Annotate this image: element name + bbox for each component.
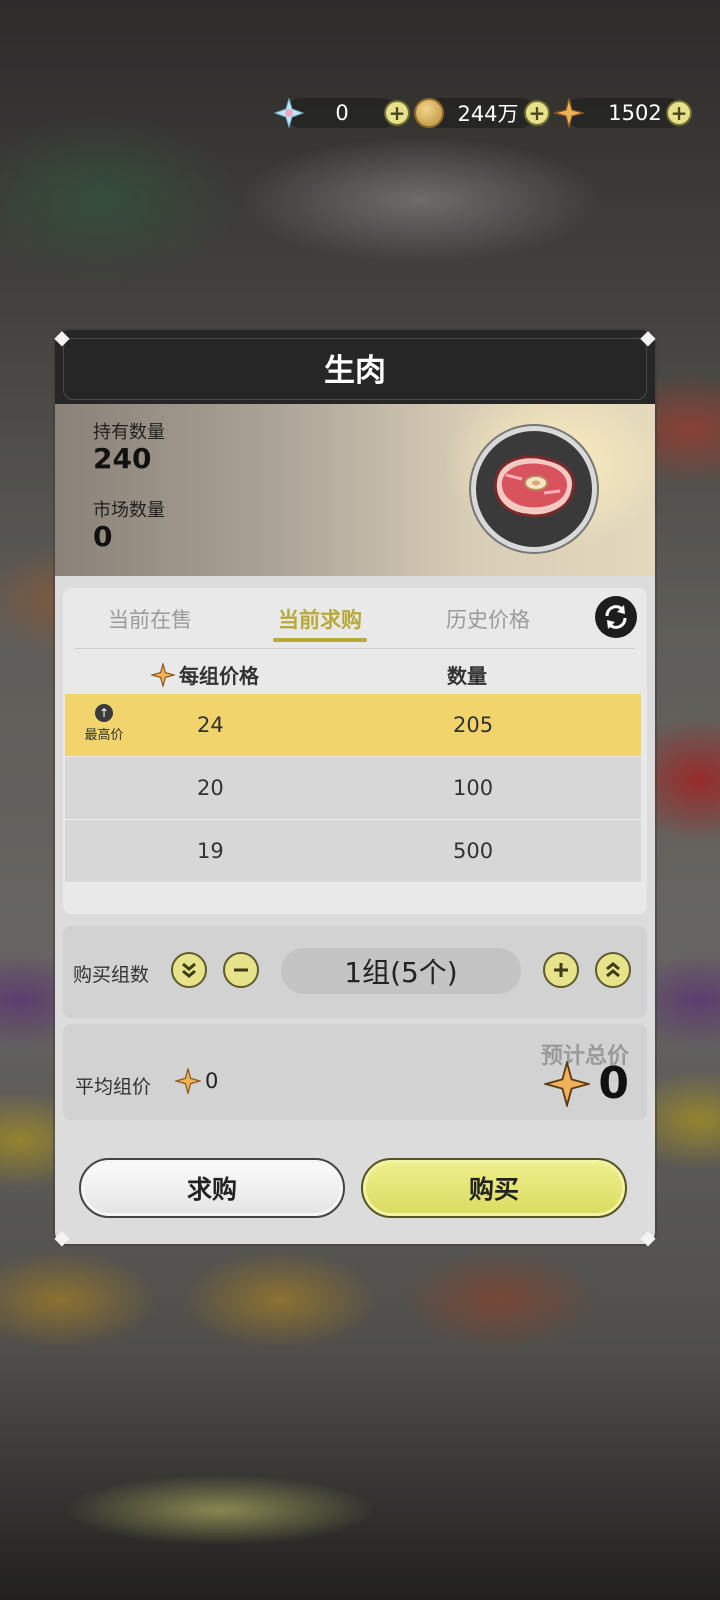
quantity-display: 1组(5个) bbox=[281, 948, 521, 994]
quantity-selector: 购买组数 1组(5个) bbox=[63, 926, 647, 1018]
qty-column-header: 数量 bbox=[447, 660, 487, 689]
star-add-button[interactable]: + bbox=[666, 100, 692, 126]
minus-icon bbox=[234, 968, 248, 972]
tab-buy-requests[interactable]: 当前求购 bbox=[245, 604, 395, 634]
star-currency-icon bbox=[151, 662, 175, 687]
market-value: 0 bbox=[93, 520, 113, 553]
avg-price: 0 bbox=[175, 1068, 218, 1094]
double-chevron-up-icon bbox=[606, 962, 620, 978]
table-row[interactable]: 19 500 bbox=[65, 820, 641, 882]
tab-on-sale[interactable]: 当前在售 bbox=[75, 604, 225, 634]
primogem-add-button[interactable]: + bbox=[384, 100, 410, 126]
frame-corner-ornament: ◆ bbox=[54, 1225, 70, 1249]
increase-button[interactable] bbox=[543, 952, 579, 988]
top-price-label: 最高价 bbox=[84, 728, 124, 743]
estimate-value: 0 bbox=[598, 1058, 629, 1109]
estimate-total: 0 bbox=[544, 1058, 629, 1109]
row-qty: 100 bbox=[453, 776, 494, 800]
tab-divider bbox=[75, 648, 635, 649]
row-qty: 205 bbox=[453, 713, 494, 737]
arrow-up-icon: ↑ bbox=[95, 704, 113, 722]
star-currency-icon bbox=[544, 1060, 591, 1107]
item-banner: 持有数量 240 市场数量 0 bbox=[55, 404, 655, 576]
request-button[interactable]: 求购 bbox=[79, 1158, 345, 1218]
owned-label: 持有数量 bbox=[93, 422, 165, 443]
row-qty: 500 bbox=[453, 839, 494, 863]
table-row[interactable]: ↑ 最高价 24 205 bbox=[65, 694, 641, 756]
currency-bar: 0 + 244万 + 1502 + bbox=[274, 96, 696, 130]
price-column-header: 每组价格 bbox=[151, 660, 259, 689]
plus-icon bbox=[554, 963, 568, 977]
primogem-value: 0 bbox=[335, 101, 349, 125]
market-label: 市场数量 bbox=[93, 500, 165, 521]
active-tab-indicator bbox=[273, 638, 367, 642]
row-price: 24 bbox=[197, 713, 224, 737]
price-summary: 平均组价 0 预计总价 0 bbox=[63, 1024, 647, 1120]
top-price-badge: ↑ 最高价 bbox=[79, 704, 129, 743]
frame-corner-ornament: ◆ bbox=[640, 325, 656, 349]
mora-icon bbox=[414, 98, 444, 128]
avg-price-label: 平均组价 bbox=[75, 1076, 152, 1098]
star-currency-icon bbox=[554, 98, 584, 128]
increase-max-button[interactable] bbox=[595, 952, 631, 988]
market-modal: 生肉 持有数量 240 市场数量 0 当前在售 当前求购 历史价格 每组价格 数… bbox=[55, 330, 655, 1244]
orders-panel: 当前在售 当前求购 历史价格 每组价格 数量 ↑ 最高价 24 205 20 1… bbox=[63, 588, 647, 914]
table-row[interactable]: 20 100 bbox=[65, 757, 641, 819]
mora-value: 244万 bbox=[457, 102, 519, 126]
double-chevron-down-icon bbox=[182, 962, 196, 978]
owned-value: 240 bbox=[93, 442, 152, 475]
frame-corner-ornament: ◆ bbox=[54, 325, 70, 349]
modal-header: 生肉 bbox=[55, 330, 655, 404]
decrease-button[interactable] bbox=[223, 952, 259, 988]
quantity-label: 购买组数 bbox=[73, 964, 150, 986]
item-icon-frame bbox=[471, 426, 597, 552]
modal-title: 生肉 bbox=[324, 352, 386, 389]
primogem-icon bbox=[274, 98, 304, 128]
star-value: 1502 bbox=[608, 101, 662, 125]
row-price: 19 bbox=[197, 839, 224, 863]
tab-price-history[interactable]: 历史价格 bbox=[413, 604, 563, 634]
star-currency-icon bbox=[175, 1068, 201, 1094]
raw-meat-icon bbox=[493, 455, 575, 518]
buy-button[interactable]: 购买 bbox=[361, 1158, 627, 1218]
refresh-icon bbox=[605, 605, 627, 629]
avg-price-value: 0 bbox=[205, 1069, 219, 1093]
price-column-label: 每组价格 bbox=[179, 664, 259, 688]
mora-add-button[interactable]: + bbox=[524, 100, 550, 126]
tab-bar: 当前在售 当前求购 历史价格 bbox=[63, 588, 647, 648]
frame-corner-ornament: ◆ bbox=[640, 1225, 656, 1249]
row-price: 20 bbox=[197, 776, 224, 800]
decrease-max-button[interactable] bbox=[171, 952, 207, 988]
qty-column-label: 数量 bbox=[447, 664, 487, 688]
refresh-button[interactable] bbox=[595, 596, 637, 638]
